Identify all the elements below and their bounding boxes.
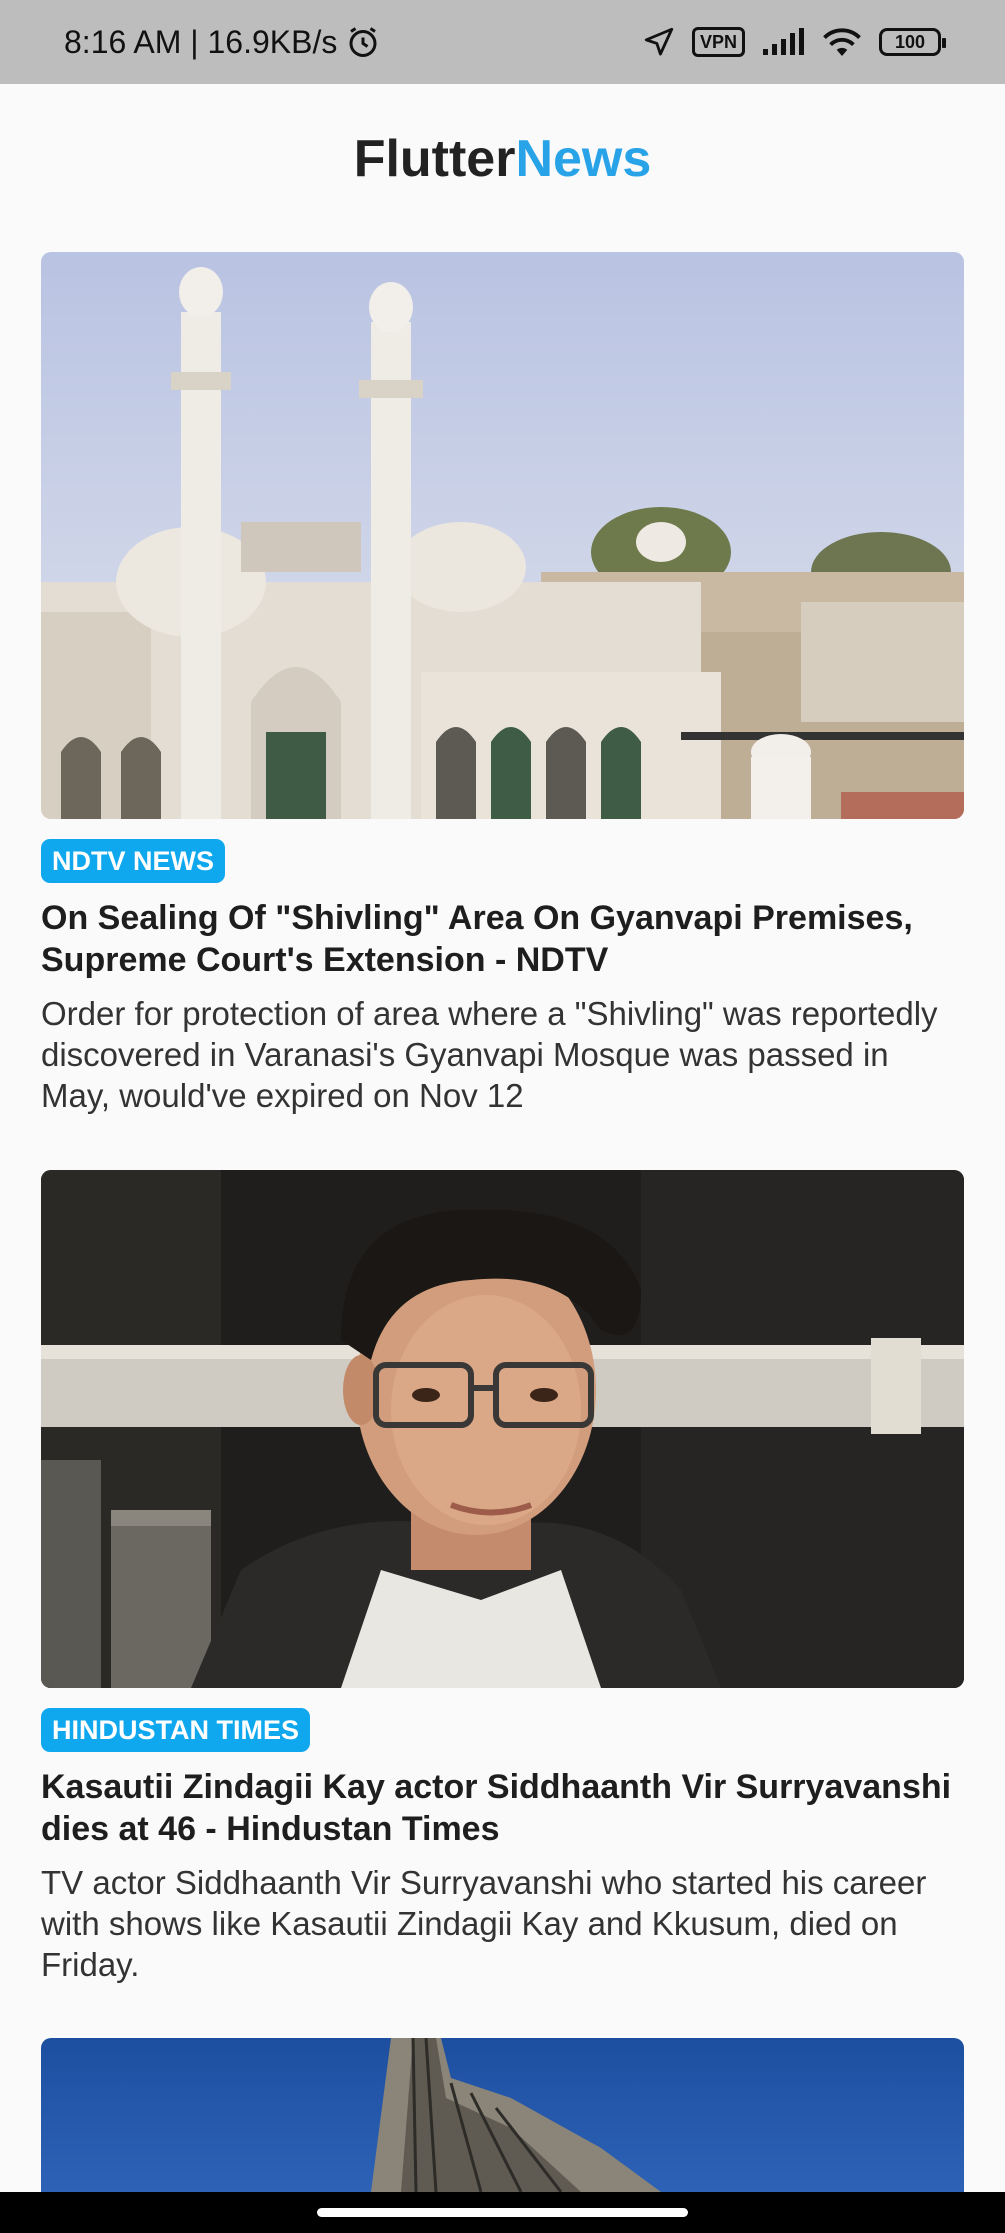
status-bar: 8:16 AM | 16.9KB/s VPN 100 <box>0 0 1005 84</box>
source-badge: HINDUSTAN TIMES <box>41 1708 310 1752</box>
news-card[interactable]: NDTV NEWS On Sealing Of "Shivling" Area … <box>41 252 964 1116</box>
alarm-icon <box>349 27 377 57</box>
app-title-flutter: Flutter <box>353 130 516 188</box>
news-card[interactable] <box>41 2038 964 2192</box>
status-time-speed: 8:16 AM | 16.9KB/s <box>64 23 338 60</box>
vpn-icon: VPN <box>691 27 745 57</box>
article-title[interactable]: Kasautii Zindagii Kay actor Siddhaanth V… <box>41 1766 964 1850</box>
battery-icon: 100 <box>879 28 946 56</box>
status-right: VPN 100 <box>642 25 946 59</box>
article-image-portrait[interactable] <box>41 1170 964 1688</box>
app-bar: Flutter News <box>0 84 1005 234</box>
home-gesture-handle[interactable] <box>317 2208 688 2217</box>
article-image-mosque[interactable] <box>41 252 964 819</box>
system-nav-bar <box>0 2192 1005 2233</box>
wifi-icon <box>823 28 861 56</box>
status-left: 8:16 AM | 16.9KB/s <box>64 24 381 61</box>
app-title-news: News <box>515 130 652 188</box>
article-title[interactable]: On Sealing Of "Shivling" Area On Gyanvap… <box>41 897 964 981</box>
location-arrow-icon <box>644 27 674 56</box>
news-card[interactable]: HINDUSTAN TIMES Kasautii Zindagii Kay ac… <box>41 1170 964 1985</box>
article-description: Order for protection of area where a "Sh… <box>41 995 938 1114</box>
source-badge: NDTV NEWS <box>41 839 225 883</box>
article-description: TV actor Siddhaanth Vir Surryavanshi who… <box>41 1864 927 1983</box>
signal-icon <box>763 28 804 55</box>
article-image-building[interactable] <box>41 2038 964 2192</box>
